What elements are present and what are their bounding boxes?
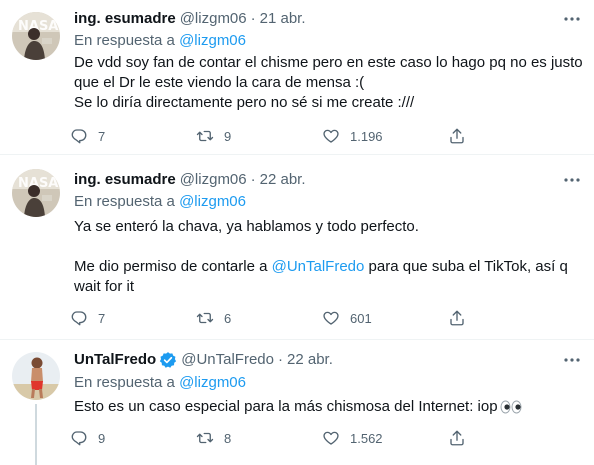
share-icon — [442, 126, 472, 146]
like-button[interactable]: 1.562 — [316, 428, 442, 448]
tweet-text-line: que el Dr le este viendo la cara de mens… — [74, 74, 365, 91]
tweet-text-line: Me dio permiso de contarle a @UnTalFredo… — [74, 257, 579, 277]
retweet-count: 8 — [224, 430, 232, 446]
more-icon[interactable] — [562, 170, 582, 190]
reply-to-mention[interactable]: @lizgm06 — [179, 32, 246, 49]
share-button[interactable] — [442, 308, 472, 328]
thread-connector — [35, 404, 37, 465]
user-handle[interactable]: @lizgm06 — [180, 170, 247, 190]
like-button[interactable]: 1.196 — [316, 126, 442, 146]
reply-button[interactable]: 9 — [64, 428, 190, 448]
like-count: 601 — [350, 310, 372, 326]
tweet-1[interactable]: NASA ing. esumadre @lizgm06 · 21 abr. En… — [0, 0, 594, 155]
tweet-3[interactable]: UnTalFredo @UnTalFredo · 22 abr. En resp… — [0, 340, 594, 465]
like-button[interactable]: 601 — [316, 308, 442, 328]
tweet-date[interactable]: 22 abr. — [287, 350, 333, 370]
text-fragment: Me dio permiso de contarle a — [74, 258, 272, 275]
reply-prefix: En respuesta a — [74, 374, 175, 391]
reply-context: En respuesta a @lizgm06 — [74, 192, 246, 212]
separator-dot: · — [250, 171, 256, 188]
more-icon[interactable] — [562, 350, 582, 370]
like-count: 1.196 — [350, 128, 383, 144]
tweet-text-line: Ya se enteró la chava, ya hablamos y tod… — [74, 218, 419, 235]
reply-to-mention[interactable]: @lizgm06 — [179, 193, 246, 210]
tweet-text: De vdd soy fan de contar el chisme pero … — [74, 53, 583, 113]
tweet-text: Esto es un caso especial para la más chi… — [74, 397, 579, 417]
verified-badge-icon — [159, 351, 177, 369]
reply-icon — [64, 428, 94, 448]
eyes-emoji-icon — [500, 400, 522, 414]
user-handle[interactable]: @UnTalFredo — [181, 350, 274, 370]
separator-dot: · — [278, 351, 283, 368]
tweet-text-line: wait for it — [74, 278, 135, 295]
text-fragment: Esto es un caso especial para la más chi… — [74, 398, 498, 415]
retweet-count: 9 — [224, 128, 232, 144]
share-button[interactable] — [442, 428, 472, 448]
display-name[interactable]: ing. esumadre — [74, 9, 176, 29]
reply-context: En respuesta a @lizgm06 — [74, 373, 246, 393]
reply-button[interactable]: 7 — [64, 308, 190, 328]
retweet-button[interactable]: 9 — [190, 126, 316, 146]
tweet-date[interactable]: 21 abr. — [260, 9, 306, 29]
like-icon — [316, 126, 346, 146]
reply-count: 7 — [98, 128, 106, 144]
mention-link[interactable]: @UnTalFredo — [272, 258, 365, 275]
retweet-icon — [190, 308, 220, 328]
tweet-actions: 7 6 601 — [64, 308, 504, 328]
reply-count: 9 — [98, 430, 106, 446]
reply-button[interactable]: 7 — [64, 126, 190, 146]
user-handle[interactable]: @lizgm06 — [180, 9, 247, 29]
separator-dot: · — [250, 10, 256, 27]
reply-prefix: En respuesta a — [74, 193, 175, 210]
tweet-header: ing. esumadre @lizgm06 · 21 abr. — [74, 9, 306, 29]
reply-count: 7 — [98, 310, 106, 326]
avatar[interactable] — [12, 352, 60, 400]
tweet-text-line: Se lo diría directamente pero no sé si m… — [74, 94, 415, 111]
tweet-text-line: Esto es un caso especial para la más chi… — [74, 397, 579, 417]
share-icon — [442, 308, 472, 328]
tweet-actions: 9 8 1.562 — [64, 428, 504, 448]
like-icon — [316, 428, 346, 448]
tweet-text-line: De vdd soy fan de contar el chisme pero … — [74, 54, 583, 71]
share-button[interactable] — [442, 126, 472, 146]
display-name[interactable]: UnTalFredo — [74, 350, 156, 370]
retweet-count: 6 — [224, 310, 232, 326]
retweet-icon — [190, 126, 220, 146]
tweet-header: UnTalFredo @UnTalFredo · 22 abr. — [74, 350, 333, 370]
like-count: 1.562 — [350, 430, 383, 446]
display-name[interactable]: ing. esumadre — [74, 170, 176, 190]
avatar[interactable]: NASA — [12, 169, 60, 217]
reply-icon — [64, 126, 94, 146]
retweet-icon — [190, 428, 220, 448]
tweet-actions: 7 9 1.196 — [64, 126, 504, 146]
tweet-header: ing. esumadre @lizgm06 · 22 abr. — [74, 170, 306, 190]
text-fragment: para que suba el TikTok, así q — [364, 258, 568, 275]
reply-icon — [64, 308, 94, 328]
tweet-2[interactable]: NASA ing. esumadre @lizgm06 · 22 abr. En… — [0, 155, 594, 340]
reply-context: En respuesta a @lizgm06 — [74, 31, 246, 51]
more-icon[interactable] — [562, 9, 582, 29]
like-icon — [316, 308, 346, 328]
reply-to-mention[interactable]: @lizgm06 — [179, 374, 246, 391]
tweet-text: Ya se enteró la chava, ya hablamos y tod… — [74, 217, 579, 297]
avatar[interactable]: NASA — [12, 12, 60, 60]
share-icon — [442, 428, 472, 448]
tweet-date[interactable]: 22 abr. — [260, 170, 306, 190]
reply-prefix: En respuesta a — [74, 32, 175, 49]
retweet-button[interactable]: 8 — [190, 428, 316, 448]
retweet-button[interactable]: 6 — [190, 308, 316, 328]
